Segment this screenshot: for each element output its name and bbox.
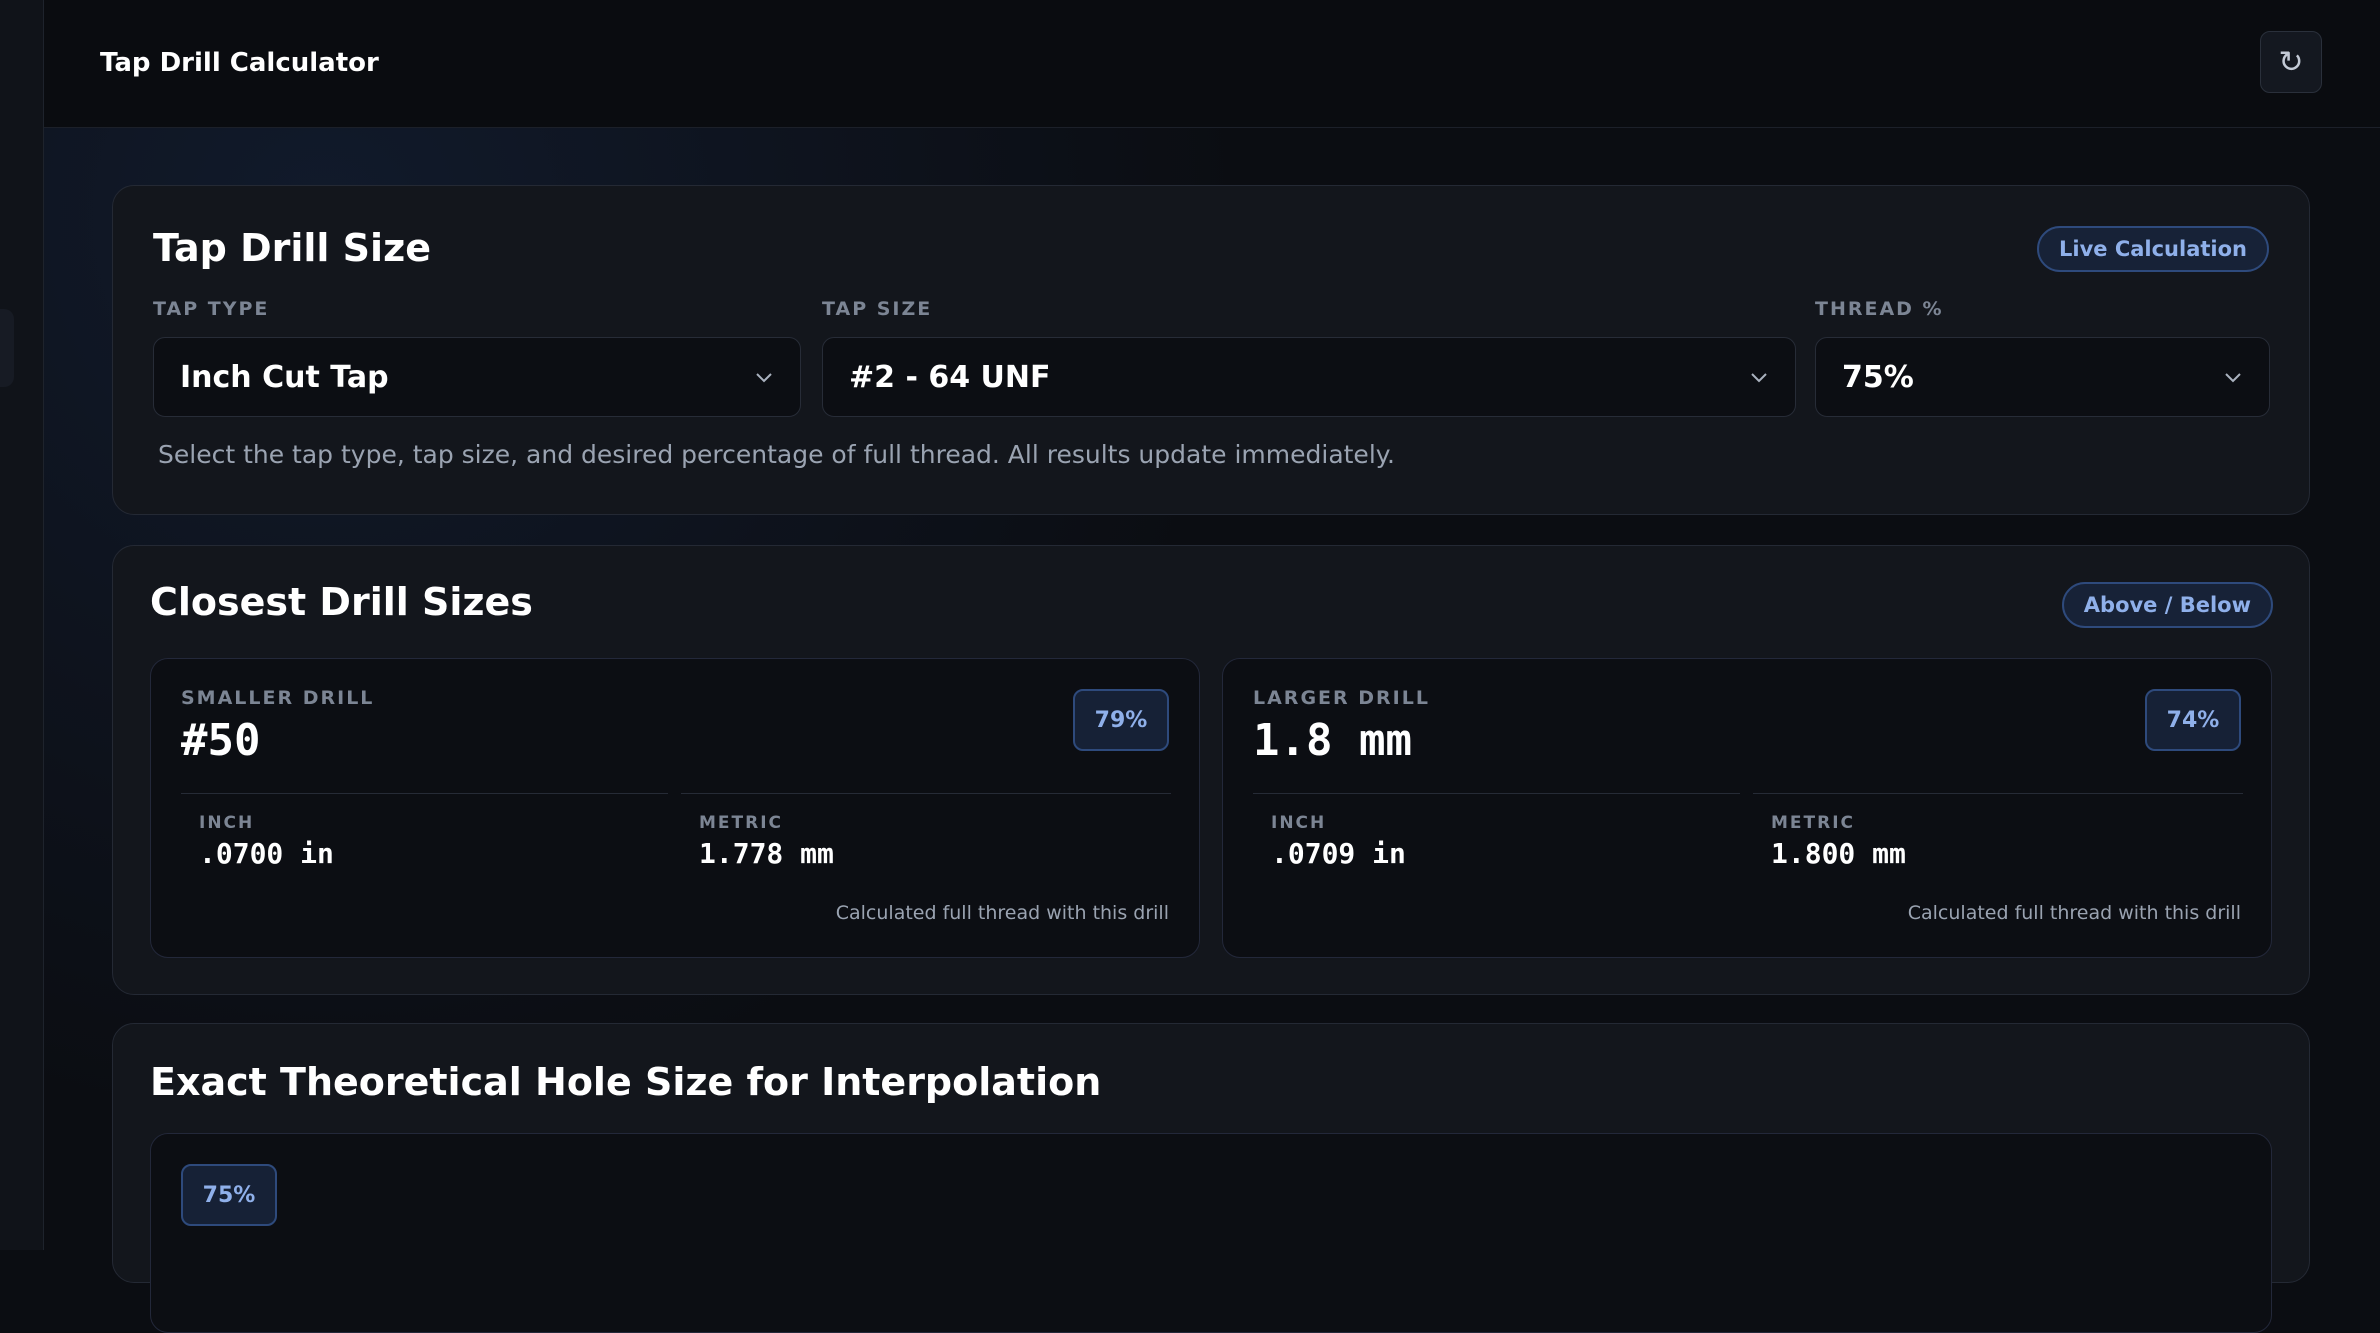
tap-size-label: TAP SIZE — [822, 298, 933, 320]
card-title: Closest Drill Sizes — [150, 580, 533, 624]
drill-note: Calculated full thread with this drill — [835, 902, 1169, 924]
tap-type-value: Inch Cut Tap — [180, 359, 389, 395]
drill-size: #50 — [181, 715, 261, 766]
thread-percent-value: 75% — [1842, 359, 1914, 395]
divider — [681, 793, 1171, 794]
refresh-button[interactable]: ↻ — [2260, 31, 2322, 93]
card-title: Tap Drill Size — [153, 226, 431, 270]
larger-drill-panel: LARGER DRILL 1.8 mm 74% INCH .0709 in ME… — [1222, 658, 2272, 958]
tap-type-select[interactable]: Inch Cut Tap — [153, 337, 801, 417]
closest-drill-sizes-card: Closest Drill Sizes Above / Below SMALLE… — [112, 545, 2310, 995]
interpolation-card: Exact Theoretical Hole Size for Interpol… — [112, 1023, 2310, 1333]
divider — [1753, 793, 2243, 794]
side-rail-tab[interactable] — [0, 309, 14, 387]
metric-label: METRIC — [699, 813, 784, 833]
divider — [181, 793, 668, 794]
metric-label: METRIC — [1771, 813, 1856, 833]
divider — [1253, 793, 1740, 794]
thread-percent-label: THREAD % — [1815, 298, 1944, 320]
tap-size-value: #2 - 64 UNF — [849, 359, 1051, 395]
inch-value: .0709 in — [1271, 837, 1406, 870]
refresh-icon: ↻ — [2278, 44, 2304, 80]
interpolation-panel: 75% — [150, 1133, 2272, 1333]
thread-percent-select[interactable]: 75% — [1815, 337, 2270, 417]
thread-percent-badge: 75% — [181, 1164, 277, 1226]
inch-label: INCH — [199, 813, 255, 833]
chevron-down-icon — [2225, 373, 2241, 383]
drill-kicker: LARGER DRILL — [1253, 687, 1430, 709]
chevron-down-icon — [1751, 373, 1767, 383]
drill-size: 1.8 mm — [1253, 715, 1412, 766]
drill-note: Calculated full thread with this drill — [1907, 902, 2241, 924]
thread-percent-badge: 74% — [2145, 689, 2241, 751]
app-title: Tap Drill Calculator — [100, 48, 379, 78]
side-rail — [0, 0, 44, 1250]
tap-size-select[interactable]: #2 - 64 UNF — [822, 337, 1796, 417]
card-title: Exact Theoretical Hole Size for Interpol… — [150, 1060, 1102, 1104]
tap-drill-size-card: Tap Drill Size Live Calculation TAP TYPE… — [112, 185, 2310, 515]
main-content: Tap Drill Size Live Calculation TAP TYPE… — [44, 128, 2380, 1333]
top-bar: Tap Drill Calculator ↻ — [44, 0, 2380, 128]
drill-kicker: SMALLER DRILL — [181, 687, 375, 709]
smaller-drill-panel: SMALLER DRILL #50 79% INCH .0700 in METR… — [150, 658, 1200, 958]
chevron-down-icon — [756, 373, 772, 383]
above-below-badge: Above / Below — [2061, 582, 2273, 628]
metric-value: 1.778 mm — [699, 837, 834, 870]
live-calculation-badge: Live Calculation — [2037, 226, 2269, 272]
inch-value: .0700 in — [199, 837, 334, 870]
thread-percent-badge: 79% — [1073, 689, 1169, 751]
metric-value: 1.800 mm — [1771, 837, 1906, 870]
inch-label: INCH — [1271, 813, 1327, 833]
tap-type-label: TAP TYPE — [153, 298, 270, 320]
help-text: Select the tap type, tap size, and desir… — [158, 440, 1395, 469]
